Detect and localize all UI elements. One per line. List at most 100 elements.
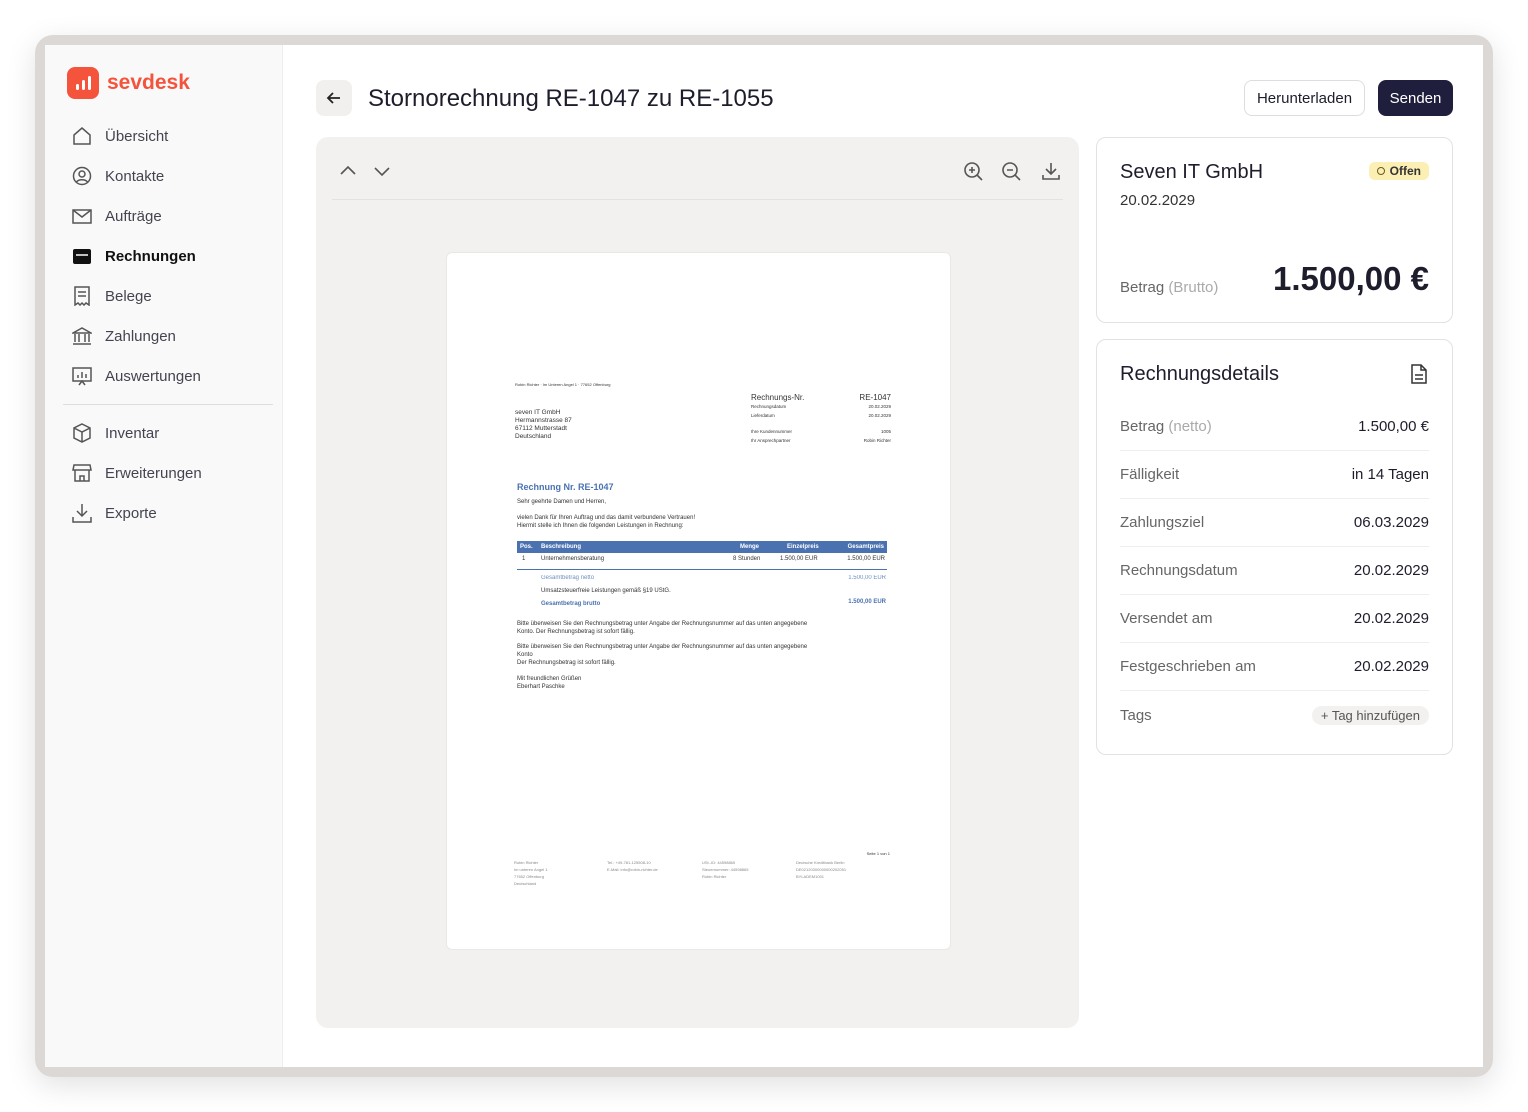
footer-line: Steuernummer: 44598865 — [702, 867, 749, 872]
download-button[interactable]: Herunterladen — [1244, 80, 1365, 116]
gross-label: Gesamtbetrag brutto — [541, 601, 601, 607]
payment-note: Bitte überweisen Sie den Rechnungsbetrag… — [517, 620, 807, 636]
amount-value: 1.500,00 € — [1273, 260, 1429, 297]
invoice-heading: Rechnung Nr. RE-1047 — [517, 482, 614, 492]
detail-label: Betrag (netto) — [1120, 418, 1212, 435]
footer-line: 77652 Offenburg — [514, 874, 544, 879]
gross-value: 1.500,00 EUR — [848, 599, 886, 605]
text-line: Bitte überweisen Sie den Rechnungsbetrag… — [517, 644, 808, 650]
net-value: 1.500,00 EUR — [848, 575, 886, 581]
back-button[interactable] — [316, 80, 352, 116]
summary-card: Seven IT GmbH 20.02.2029 Offen Betrag (B… — [1096, 137, 1453, 323]
cell: 1 — [522, 556, 526, 562]
recipient-address: seven IT GmbH Hermannstrasse 87 67112 Mutt… — [515, 409, 572, 441]
detail-value: 20.02.2029 — [1353, 562, 1429, 579]
chevron-up-icon[interactable] — [338, 161, 358, 181]
label-sub: (Brutto) — [1168, 279, 1219, 296]
inbox-icon — [71, 245, 93, 267]
detail-value: 20.02.2029 — [1353, 610, 1429, 627]
sidebar-item-label: Auswertungen — [105, 367, 201, 385]
meta-value: Robin Richter — [863, 437, 891, 443]
meta-label: Rechnungsdatum — [751, 404, 787, 409]
greeting: Sehr geehrte Damen und Herren, — [517, 499, 607, 505]
sidebar-item-exporte[interactable]: Exporte — [71, 493, 265, 533]
sidebar-item-inventar[interactable]: Inventar — [71, 413, 265, 453]
page-title: Stornorechnung RE-1047 zu RE-1055 — [368, 85, 774, 112]
meta-value: 20.02.2029 — [868, 412, 891, 418]
logo[interactable]: sevdesk — [67, 67, 190, 99]
detail-row: Festgeschrieben am 20.02.2029 — [1120, 643, 1429, 691]
tax-note: Umsatzsteuerfreie Leistungen gemäß §19 U… — [541, 588, 671, 594]
label: Betrag — [1120, 279, 1165, 296]
meta-label: Lieferdatum — [751, 412, 775, 418]
sidebar-item-zahlungen[interactable]: Zahlungen — [71, 316, 265, 356]
sidebar-item-auswertungen[interactable]: Auswertungen — [71, 356, 265, 396]
invoice-meta: Rechnungs-Nr. RE-1047 Rechnungsdatum 20.02… — [751, 393, 891, 445]
sidebar-item-kontakte[interactable]: Kontakte — [71, 156, 265, 196]
label-sub: (netto) — [1168, 418, 1212, 435]
document-footer: Robin Richter Im unteren Angel 1 77652 Off… — [514, 859, 846, 887]
user-circle-icon — [71, 165, 93, 187]
cell: 8 Stunden — [733, 556, 761, 562]
recipient-line: Deutschland — [515, 433, 552, 440]
chevron-down-icon[interactable] — [372, 161, 392, 181]
intro: vielen Dank für Ihren Auftrag und das da… — [517, 514, 695, 530]
text-line: Bitte überweisen Sie den Rechnungsbetrag… — [517, 621, 808, 627]
text-line: Mit freundlichen Grüßen — [517, 676, 582, 682]
mail-icon — [71, 205, 93, 227]
footer-line: Im unteren Angel 1 — [514, 867, 548, 872]
sidebar-item-label: Exporte — [105, 504, 157, 522]
sidebar-item-rechnungen[interactable]: Rechnungen — [71, 236, 265, 276]
footer-line: DE02120300000000202051 — [796, 867, 847, 872]
details-title: Rechnungsdetails — [1120, 363, 1279, 385]
meta-label: Ihre Kundennummer — [751, 429, 793, 434]
invoice-date: 20.02.2029 — [1120, 192, 1196, 209]
detail-label: Festgeschrieben am — [1120, 658, 1256, 675]
footer-line: Tel.: +49-781-125508-10 — [607, 860, 651, 865]
cell: 1.500,00 EUR — [847, 556, 885, 562]
sidebar-item-label: Übersicht — [105, 127, 169, 145]
zoom-out-icon[interactable] — [1001, 161, 1021, 181]
sidebar-nav: Übersicht Kontakte Aufträge Rechnungen B… — [63, 116, 273, 533]
intro-line: Hiermit stelle ich Ihnen die folgenden L… — [517, 523, 684, 529]
sidebar-item-label: Belege — [105, 287, 152, 305]
page-number: Seite 1 von 1 — [866, 851, 890, 856]
footer-line: BYLADEM1001 — [796, 874, 825, 879]
recipient-line: 67112 Mutterstadt — [515, 425, 567, 432]
detail-value: 20.02.2029 — [1353, 658, 1429, 675]
download-icon[interactable] — [1041, 161, 1061, 181]
sidebar-item-auftraege[interactable]: Aufträge — [71, 196, 265, 236]
label: Betrag — [1120, 418, 1165, 435]
recipient-line: seven IT GmbH — [515, 409, 561, 416]
detail-label: Fälligkeit — [1120, 466, 1180, 483]
signer: Eberhart Paschke — [517, 684, 565, 690]
add-tag-button[interactable]: + Tag hinzufügen — [1311, 705, 1429, 725]
sidebar-item-label: Inventar — [105, 424, 160, 442]
column-header: Gesamtpreis — [847, 544, 884, 550]
sidebar-item-label: Kontakte — [105, 167, 165, 185]
document-icon[interactable] — [1410, 364, 1428, 384]
detail-row: Betrag (netto) 1.500,00 € — [1120, 403, 1429, 451]
detail-label: Rechnungsdatum — [1120, 562, 1238, 579]
amount-label: Betrag (Brutto) — [1120, 279, 1218, 296]
meta-label: Rechnungs-Nr. — [751, 393, 805, 402]
payment-note: Bitte überweisen Sie den Rechnungsbetrag… — [517, 643, 807, 667]
zoom-in-icon[interactable] — [963, 161, 983, 181]
divider — [63, 404, 273, 405]
sidebar-item-belege[interactable]: Belege — [71, 276, 265, 316]
footer-line: Robin Richter — [514, 860, 539, 865]
chart-icon — [71, 365, 93, 387]
send-button[interactable]: Senden — [1378, 80, 1453, 116]
net-label: Gesamtbetrag netto — [541, 575, 595, 581]
sidebar-item-label: Zahlungen — [105, 327, 176, 345]
sidebar-item-uebersicht[interactable]: Übersicht — [71, 116, 265, 156]
text-line: Konto. Der Rechnungsbetrag ist sofort fä… — [517, 629, 635, 635]
meta-value: 1005 — [880, 429, 891, 434]
sidebar-item-erweiterungen[interactable]: Erweiterungen — [71, 453, 265, 493]
meta-value: 20.02.2029 — [868, 404, 891, 409]
arrow-left-icon — [326, 92, 340, 104]
detail-label: Zahlungsziel — [1120, 514, 1205, 531]
intro-line: vielen Dank für Ihren Auftrag und das da… — [517, 515, 696, 521]
meta-value: RE-1047 — [859, 393, 891, 402]
status-label: Offen — [1389, 164, 1421, 178]
